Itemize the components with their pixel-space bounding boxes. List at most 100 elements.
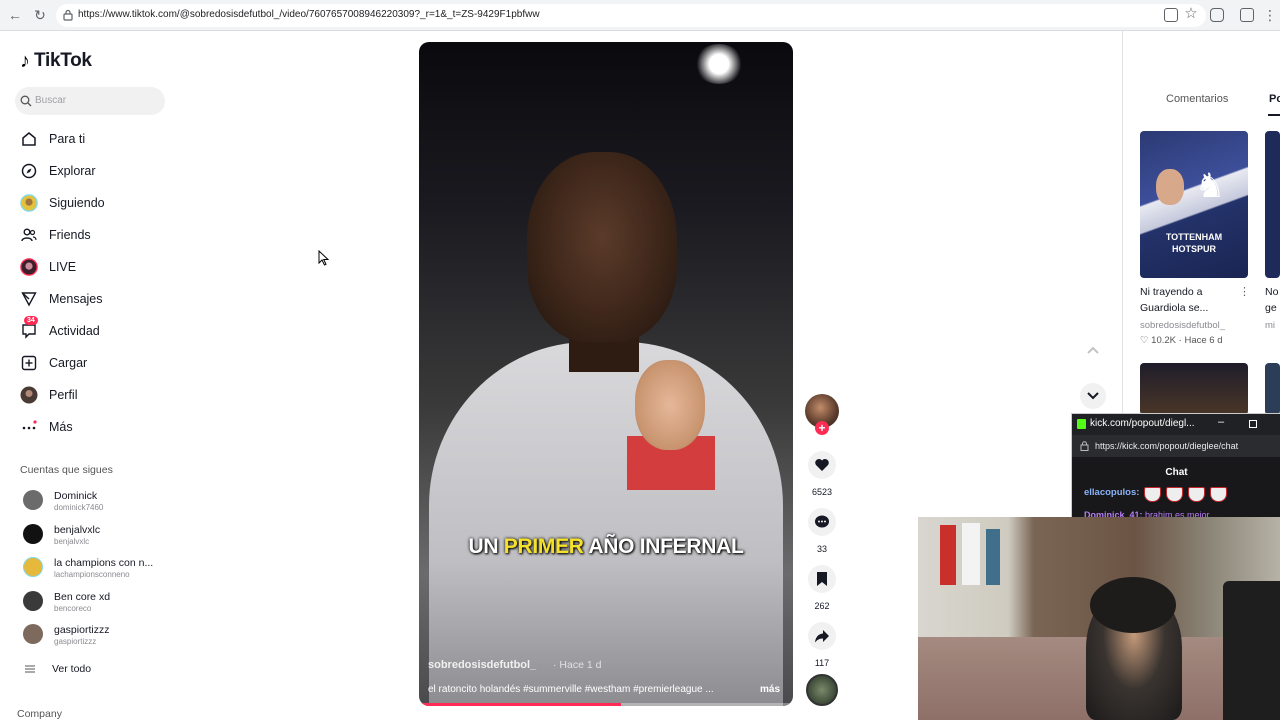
popout-url: https://kick.com/popout/dieglee/chat: [1095, 441, 1239, 451]
webcam-chair: [1223, 581, 1280, 720]
footer-company-link[interactable]: Company: [17, 708, 62, 720]
next-video-button[interactable]: [1080, 383, 1106, 409]
river-plate-emote: [1166, 487, 1183, 502]
comment-button[interactable]: [808, 508, 836, 536]
hanging-jersey: [940, 525, 956, 585]
chevron-down-icon: [1087, 392, 1099, 400]
avatar: [23, 591, 43, 611]
thumb-text: TOTTENHAM HOTSPUR: [1165, 232, 1223, 254]
previous-video-button[interactable]: [1080, 337, 1106, 363]
tiktok-note-icon: ♪: [20, 49, 30, 72]
streamer-webcam: [918, 517, 1280, 720]
live-avatar-icon: [20, 258, 38, 276]
tab-related[interactable]: Po: [1269, 93, 1280, 105]
river-plate-emote: [1210, 487, 1227, 502]
menu-item-perfil[interactable]: Perfil: [20, 381, 170, 409]
menu-item-live[interactable]: LIVE: [20, 253, 170, 281]
more-options-icon[interactable]: ⋮: [1239, 285, 1250, 298]
followed-account[interactable]: Dominick dominick7460: [20, 487, 180, 515]
like-count: 6523: [811, 487, 833, 497]
avatar: [23, 557, 43, 577]
menu-item-explorar[interactable]: Explorar: [20, 157, 170, 185]
separator: ·: [1178, 335, 1182, 346]
mouse-cursor-icon: [318, 250, 329, 266]
see-all-link[interactable]: Ver todo: [20, 660, 140, 678]
upload-icon: [20, 354, 38, 372]
more-button[interactable]: más: [760, 684, 780, 695]
follow-plus-icon[interactable]: +: [815, 421, 829, 435]
profile-avatar-icon: [20, 386, 38, 404]
thumb-face: [1156, 169, 1184, 205]
maximize-icon[interactable]: [1249, 420, 1257, 428]
share-button[interactable]: [808, 622, 836, 650]
profile-icon[interactable]: [1240, 8, 1254, 22]
compass-icon: [20, 162, 38, 180]
video-frame-player-head: [527, 152, 677, 342]
related-video-author[interactable]: mi: [1265, 320, 1280, 331]
related-video-thumbnail[interactable]: [1265, 131, 1280, 278]
save-button[interactable]: [808, 565, 836, 593]
related-video-thumbnail[interactable]: ♞ TOTTENHAM HOTSPUR: [1140, 131, 1248, 278]
followed-account[interactable]: gaspiortizzz gaspiortizzz: [20, 621, 180, 649]
video-progress-fill: [419, 703, 621, 706]
menu-item-para-ti[interactable]: Para ti: [20, 125, 170, 153]
related-video-meta: ♡ 10.2K · Hace 6 d: [1140, 335, 1222, 346]
site-info-icon[interactable]: [62, 9, 74, 21]
bookmark-star-icon[interactable]: ☆: [1183, 6, 1199, 22]
like-button[interactable]: [808, 451, 836, 479]
tab-comentarios[interactable]: Comentarios: [1166, 93, 1228, 105]
active-tab-indicator: [1268, 114, 1280, 116]
like-count: 10.2K: [1151, 335, 1176, 346]
avatar: [23, 524, 43, 544]
caption-text: AÑO INFERNAL: [583, 535, 744, 558]
kick-chat-popout[interactable]: kick.com/popout/diegl... – https://kick.…: [1071, 413, 1280, 520]
related-video-title[interactable]: Ni trayendo a Guardiola se...: [1140, 284, 1236, 316]
menu-item-siguiendo[interactable]: Siguiendo: [20, 189, 170, 217]
back-icon[interactable]: ←: [7, 7, 23, 23]
stadium-light: [694, 44, 744, 84]
caption-highlight: PRIMER: [503, 535, 584, 558]
video-player[interactable]: UN PRIMER AÑO INFERNAL sobredosisdefutbo…: [419, 42, 793, 706]
menu-item-mas[interactable]: Más: [20, 413, 170, 441]
split-view-icon[interactable]: [1164, 8, 1178, 22]
search-input[interactable]: Buscar: [15, 87, 165, 115]
sidebar: ♪ TikTok Buscar Para ti Explorar Siguien…: [0, 31, 180, 720]
related-video-author[interactable]: sobredosisdefutbol_: [1140, 320, 1225, 331]
music-disc-icon[interactable]: [806, 674, 838, 706]
menu-item-mensajes[interactable]: Mensajes: [20, 285, 170, 313]
hanging-jersey: [962, 523, 980, 585]
extensions-icon[interactable]: [1210, 8, 1224, 22]
video-progress-bar[interactable]: [419, 703, 793, 706]
heart-icon: [815, 459, 829, 471]
share-count: 117: [814, 658, 830, 668]
reload-icon[interactable]: ↻: [32, 7, 48, 23]
tiktok-logo[interactable]: ♪ TikTok: [20, 49, 92, 73]
hanging-jersey: [986, 529, 1000, 585]
video-author[interactable]: sobredosisdefutbol_: [428, 659, 536, 671]
related-video-thumbnail[interactable]: [1140, 363, 1248, 415]
menu-item-friends[interactable]: Friends: [20, 221, 170, 249]
webcam-person-hair: [1090, 577, 1176, 633]
post-time: Hace 6 d: [1184, 335, 1223, 346]
comment-icon: [815, 515, 829, 528]
related-video-title[interactable]: No ge: [1265, 284, 1280, 316]
followed-account[interactable]: benjalvxlc benjalvxlc: [20, 521, 180, 549]
more-menu-icon[interactable]: ⋮: [1262, 7, 1278, 23]
address-bar[interactable]: https://www.tiktok.com/@sobredosisdefutb…: [56, 4, 1206, 27]
friends-icon: [20, 226, 38, 244]
activity-badge: 34: [24, 316, 38, 325]
followed-account[interactable]: la champions con n... lachampionsconneno: [20, 554, 180, 582]
minimize-icon[interactable]: –: [1218, 416, 1224, 428]
followed-account[interactable]: Ben core xd bencoreco: [20, 588, 180, 616]
menu-item-actividad[interactable]: 34 Actividad: [20, 316, 170, 345]
chat-username[interactable]: ellacopulos:: [1084, 487, 1139, 498]
video-frame-player-body: [429, 342, 783, 706]
related-video-thumbnail[interactable]: [1265, 363, 1280, 415]
chat-title: Chat: [1165, 467, 1188, 478]
popout-address-bar: https://kick.com/popout/dieglee/chat: [1072, 435, 1280, 457]
reaction-facecam: [627, 350, 715, 490]
following-section-title: Cuentas que sigues: [20, 464, 113, 476]
chevron-up-icon: [1087, 346, 1099, 354]
bookmark-icon: [817, 572, 827, 586]
menu-item-cargar[interactable]: Cargar: [20, 349, 170, 377]
